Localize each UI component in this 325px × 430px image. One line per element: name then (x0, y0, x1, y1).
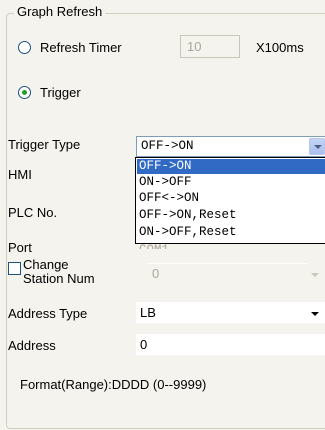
refresh-timer-value: 10 (187, 39, 202, 54)
address-input[interactable]: 0 (136, 334, 325, 355)
refresh-timer-label: Refresh Timer (40, 40, 122, 55)
station-num-select[interactable]: 0 (148, 263, 308, 284)
change-station-label-line1: Change (23, 257, 69, 272)
station-num-value: 0 (152, 266, 160, 281)
port-label: Port (8, 240, 32, 255)
refresh-timer-unit: X100ms (256, 40, 304, 55)
address-type-select[interactable]: LB (136, 302, 325, 323)
trigger-type-dropdown-list[interactable]: OFF->ON ON->OFF OFF<->ON OFF->ON,Reset O… (135, 157, 325, 244)
dropdown-option[interactable]: OFF->ON (137, 159, 325, 174)
dropdown-option[interactable]: ON->OFF (137, 175, 194, 190)
refresh-timer-radio[interactable] (18, 41, 31, 54)
chevron-down-icon (307, 267, 323, 281)
dropdown-option[interactable]: OFF->ON,Reset (137, 208, 239, 223)
trigger-type-select[interactable]: OFF->ON (136, 136, 325, 157)
change-station-checkbox[interactable] (8, 262, 21, 275)
change-station-label-line2: Station Num (23, 271, 95, 286)
graph-refresh-title: Graph Refresh (14, 4, 106, 19)
format-range-text: Format(Range):DDDD (0--9999) (20, 377, 207, 392)
trigger-radio[interactable] (18, 86, 31, 99)
address-type-label: Address Type (8, 306, 88, 321)
trigger-type-label: Trigger Type (8, 137, 81, 152)
trigger-type-value: OFF->ON (141, 139, 194, 153)
trigger-label: Trigger (40, 85, 81, 100)
chevron-down-icon[interactable] (307, 306, 323, 320)
refresh-timer-input[interactable]: 10 (180, 35, 240, 58)
address-label: Address (8, 338, 56, 353)
dropdown-option[interactable]: ON->OFF,Reset (137, 225, 239, 240)
plc-no-label: PLC No. (8, 205, 58, 220)
address-value: 0 (140, 337, 148, 352)
chevron-down-icon[interactable] (309, 138, 325, 155)
address-type-value: LB (140, 305, 156, 320)
dropdown-option[interactable]: OFF<->ON (137, 191, 201, 206)
hmi-label: HMI (8, 167, 32, 182)
